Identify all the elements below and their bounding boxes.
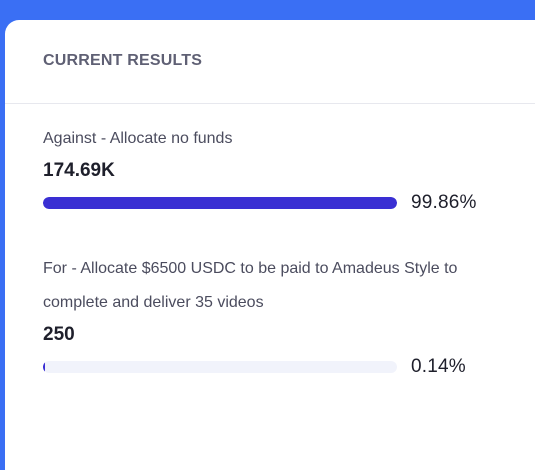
- progress-bar-track: [43, 361, 397, 373]
- choice-label: For - Allocate $6500 USDC to be paid to …: [43, 260, 458, 311]
- progress-bar-fill: [43, 361, 46, 373]
- choice-item: Against - Allocate no funds 174.69K 99.8…: [43, 122, 507, 214]
- choice-bar-row: 0.14%: [43, 356, 507, 378]
- choice-percent: 99.86%: [411, 192, 477, 213]
- choice-vote-count: 250: [43, 324, 75, 345]
- progress-bar-fill: [43, 197, 397, 209]
- choice-list: Against - Allocate no funds 174.69K 99.8…: [5, 122, 535, 378]
- choice-vote-count: 174.69K: [43, 160, 115, 181]
- progress-bar-track: [43, 197, 397, 209]
- choice-label: Against - Allocate no funds: [43, 130, 233, 147]
- results-title: CURRENT RESULTS: [43, 51, 203, 69]
- choice-bar-row: 99.86%: [43, 192, 507, 214]
- choice-item: For - Allocate $6500 USDC to be paid to …: [43, 252, 507, 378]
- choice-percent: 0.14%: [411, 356, 466, 377]
- results-header: CURRENT RESULTS: [5, 20, 535, 104]
- results-panel: CURRENT RESULTS Against - Allocate no fu…: [5, 20, 535, 470]
